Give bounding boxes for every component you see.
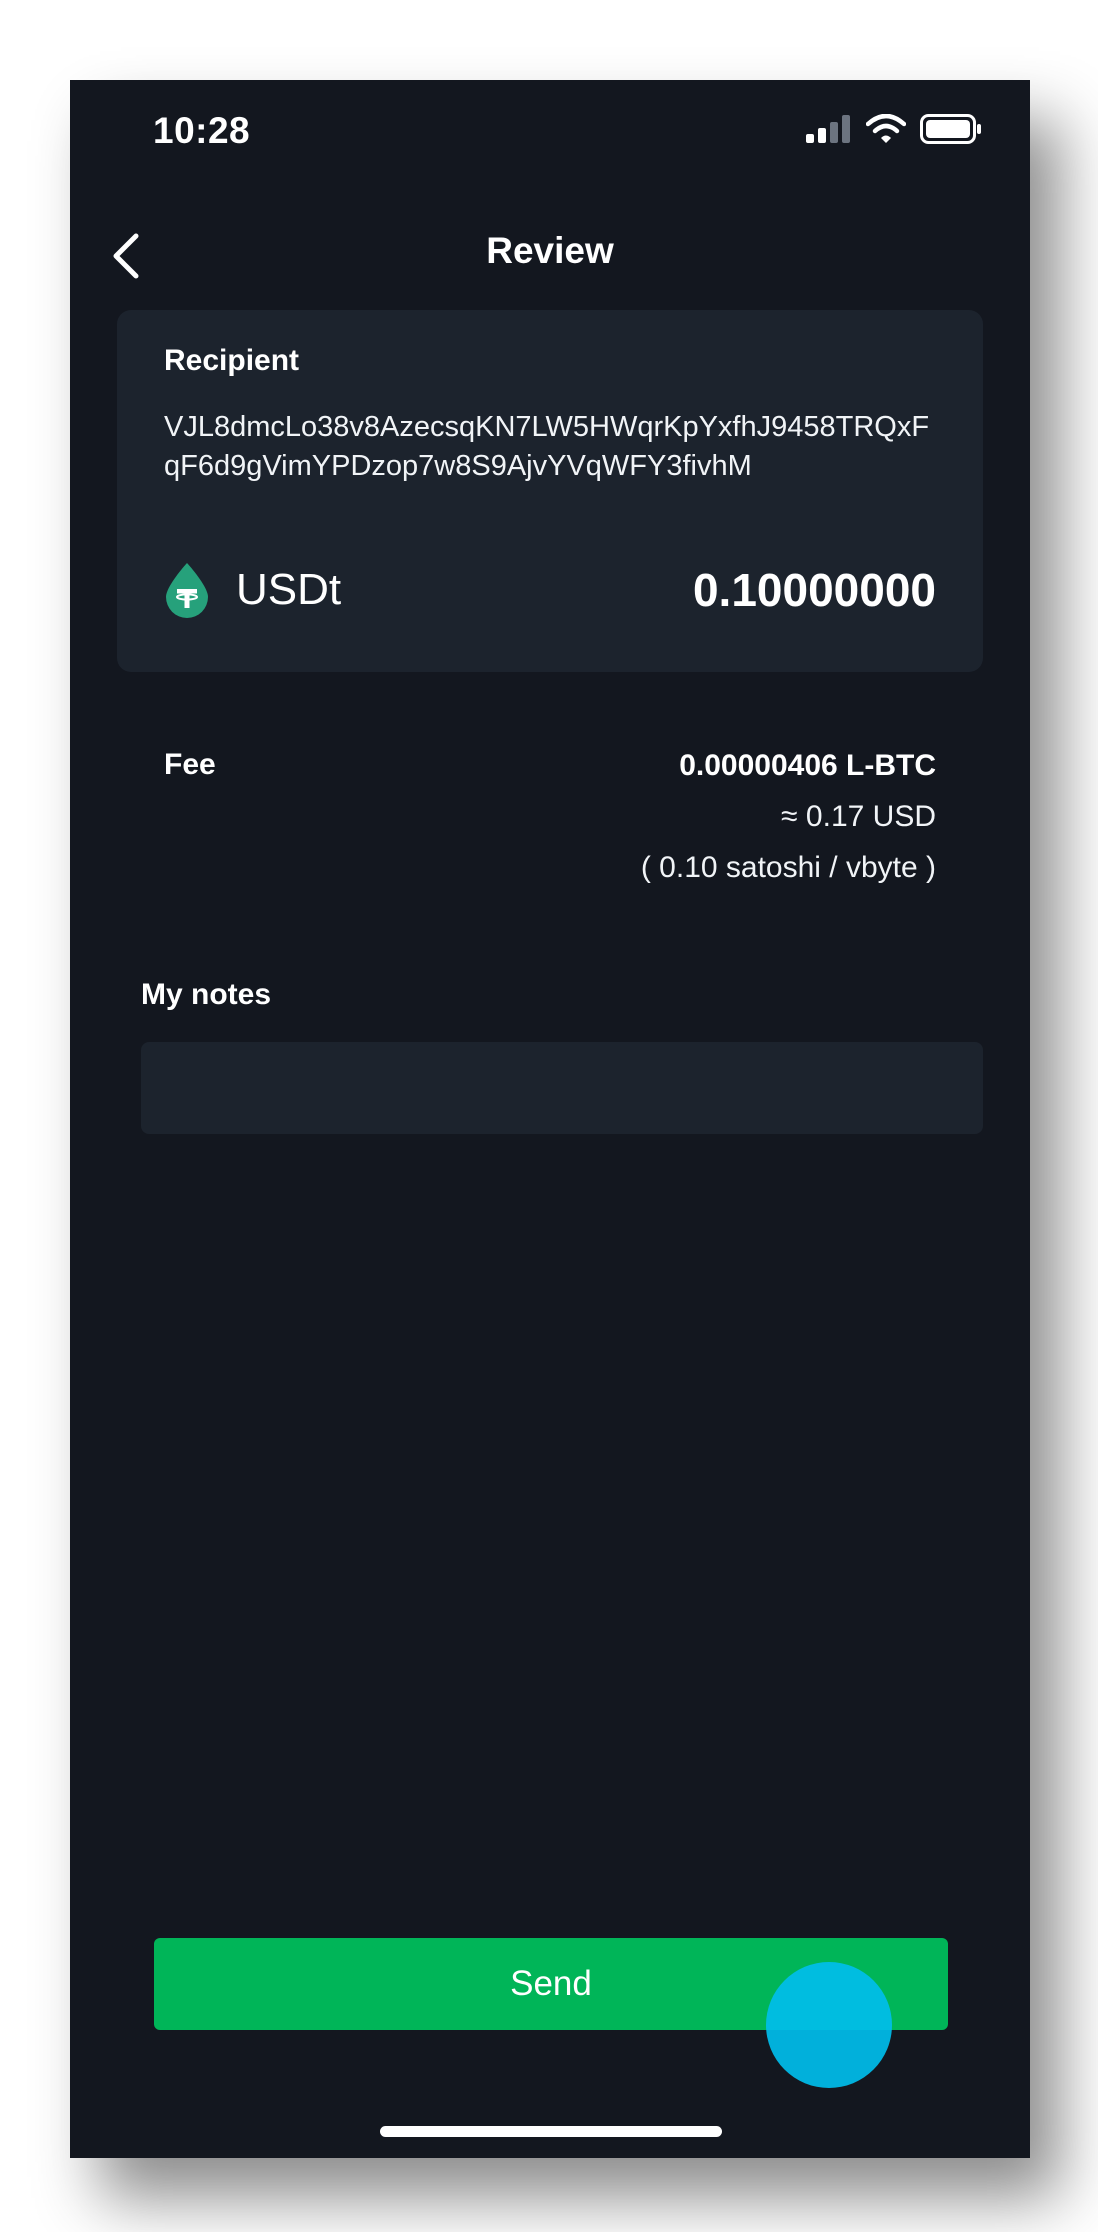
phone-screen: 10:28 Review Recipient VJL8dmcLo38v8Azec… bbox=[70, 80, 1030, 2158]
fee-values: 0.00000406 L-BTC ≈ 0.17 USD ( 0.10 satos… bbox=[641, 748, 936, 886]
home-indicator[interactable] bbox=[380, 2126, 722, 2137]
recipient-card: Recipient VJL8dmcLo38v8AzecsqKN7LW5HWqrK… bbox=[117, 310, 983, 672]
status-icons bbox=[806, 114, 982, 144]
header: Review bbox=[70, 220, 1030, 300]
fee-usd-estimate: ≈ 0.17 USD bbox=[781, 800, 936, 833]
notes-label: My notes bbox=[141, 978, 272, 1011]
battery-icon bbox=[920, 114, 981, 144]
status-bar: 10:28 bbox=[70, 80, 1030, 180]
fee-rate: ( 0.10 satoshi / vbyte ) bbox=[640, 851, 936, 884]
cellular-signal-icon bbox=[806, 115, 850, 143]
touch-indicator bbox=[766, 1962, 892, 2088]
fee-label: Fee bbox=[164, 748, 216, 781]
asset-name: USDt bbox=[236, 565, 342, 614]
asset-amount: 0.10000000 bbox=[692, 564, 936, 616]
status-time: 10:28 bbox=[153, 110, 251, 151]
recipient-address: VJL8dmcLo38v8AzecsqKN7LW5HWqrKpYxfhJ9458… bbox=[164, 411, 930, 482]
fee-amount: 0.00000406 L-BTC bbox=[679, 749, 936, 782]
notes-input[interactable] bbox=[141, 1042, 983, 1134]
tether-drop-icon bbox=[166, 563, 208, 618]
asset-row: USDt 0.10000000 bbox=[164, 560, 936, 620]
asset-info: USDt bbox=[164, 561, 341, 619]
wifi-icon bbox=[866, 114, 906, 143]
page-title: Review bbox=[486, 230, 614, 271]
recipient-label: Recipient bbox=[164, 344, 300, 377]
